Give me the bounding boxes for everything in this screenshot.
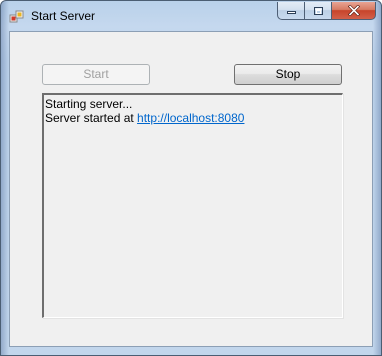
maximize-icon [313, 6, 323, 15]
window-title: Start Server [31, 9, 96, 23]
log-line: Starting server... [45, 97, 133, 111]
maximize-button[interactable] [304, 2, 331, 20]
log-output-box[interactable]: Starting server... Server started at htt… [42, 93, 343, 318]
log-line-text: Server started at [45, 111, 138, 125]
start-button[interactable]: Start [42, 64, 150, 85]
server-url-link[interactable]: http://localhost:8080 [137, 111, 244, 125]
close-button[interactable] [331, 2, 376, 20]
minimize-button[interactable] [277, 2, 304, 20]
app-window: Start Server Start Stop Starting server.… [0, 0, 382, 356]
application-icon[interactable] [9, 9, 25, 25]
caption-buttons [277, 2, 376, 21]
form-client-area: Start Stop Starting server... Server sta… [9, 31, 373, 347]
stop-button[interactable]: Stop [234, 64, 342, 85]
minimize-icon [286, 10, 296, 14]
log-line: Server started at http://localhost:8080 [45, 111, 341, 125]
close-icon [347, 5, 360, 16]
title-bar[interactable]: Start Server [1, 1, 381, 31]
